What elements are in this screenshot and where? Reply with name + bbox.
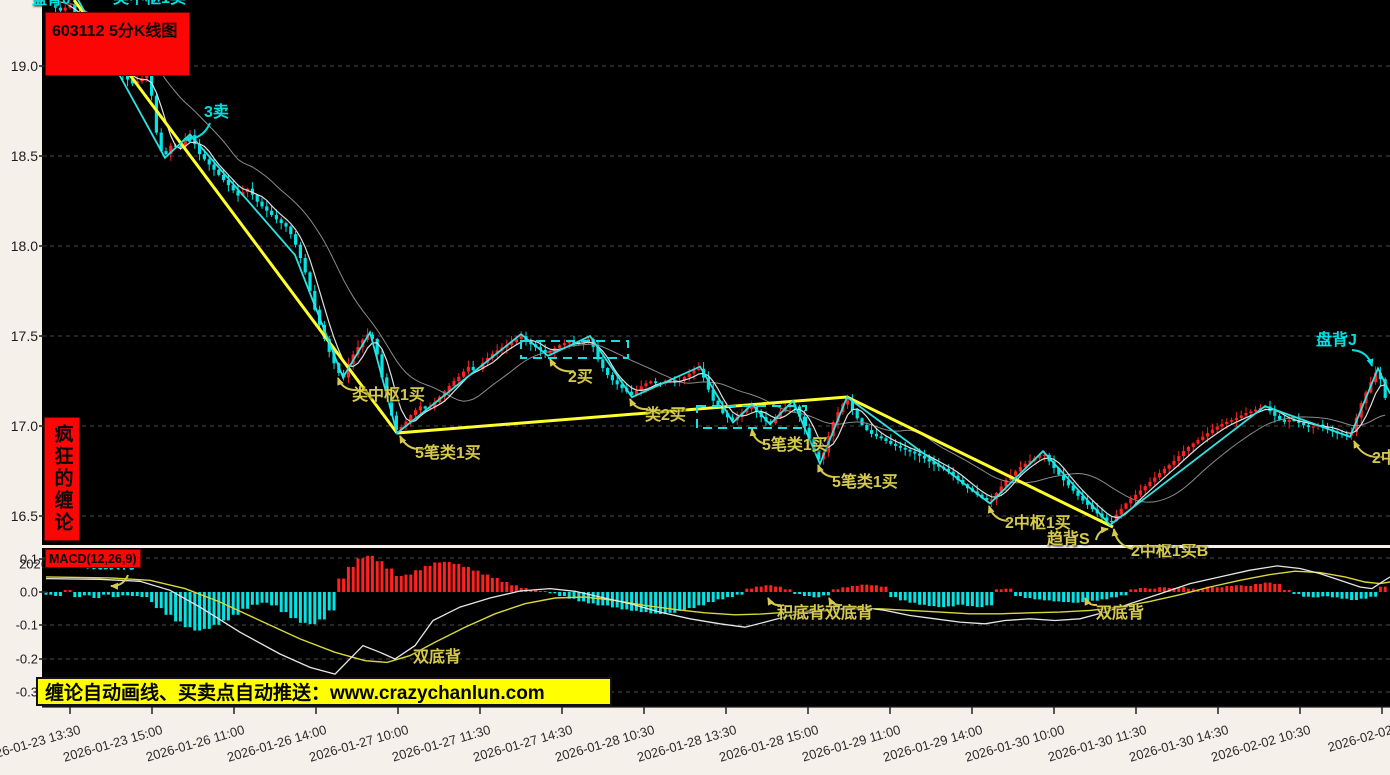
annotation-clip-2-zhongshu-1-buy-B: 2中枢1买B bbox=[1131, 544, 1251, 558]
macd-axis-label: -0.3 bbox=[15, 684, 38, 700]
symbol-title: 603112 5分K线图 bbox=[52, 23, 178, 40]
price-axis-label: 17.5 bbox=[10, 328, 38, 344]
annotation-5bi-lei-1-buy-a: 5笔类1买 bbox=[415, 445, 481, 462]
macd-indicator-label: MACD(12,26,9) bbox=[49, 551, 137, 566]
annotation-5bi-lei-1-buy-b: 5笔类1买 bbox=[762, 437, 828, 454]
annotation-shuangdibei-right: 双底背 bbox=[1096, 605, 1145, 622]
price-axis-label: 18.0 bbox=[10, 238, 38, 254]
annotation-lei-2-buy: 类2买 bbox=[645, 407, 686, 424]
kline-pane[interactable] bbox=[42, 0, 1390, 545]
price-axis-label: 19.0 bbox=[10, 58, 38, 74]
price-axis-label: 17.0 bbox=[10, 418, 38, 434]
annotation-shuangdibei-left: 双底背 bbox=[413, 649, 462, 666]
watermark-box: 疯狂的缠论 bbox=[44, 417, 80, 541]
annotation-panbei-0: 盘背0 bbox=[32, 0, 70, 8]
promo-banner: 缠论自动画线、买卖点自动推送：www.crazychanlun.com bbox=[36, 677, 612, 706]
annotation-3-sell: 3卖 bbox=[204, 104, 229, 121]
chart-app-window: 603112 5分K线图 疯狂的缠论 MACD(12,26,9) 缠论自动画线、… bbox=[0, 0, 1390, 775]
annotation-panbei-J: 盘背J bbox=[1316, 332, 1357, 349]
price-axis-label: 16.5 bbox=[10, 508, 38, 524]
price-axis-label: 18.5 bbox=[10, 148, 38, 164]
macd-axis-label: -0.2 bbox=[15, 651, 38, 667]
annotation-2-zhong: 2中 bbox=[1372, 450, 1390, 467]
annotation-qubei-S: 趋背S bbox=[1047, 531, 1090, 548]
annotation-lei-zhongshu-1-sell: 类中枢1卖 bbox=[113, 0, 186, 8]
watermark-text: 疯狂的缠论 bbox=[51, 424, 73, 534]
annotation-jidibei-shuangdibei: 积底背双底背 bbox=[777, 605, 874, 622]
symbol-title-box: 603112 5分K线图 bbox=[45, 12, 190, 76]
macd-indicator-box: MACD(12,26,9) bbox=[45, 549, 141, 568]
annotation-2-zhongshu-1-buy-B: 2中枢1买B bbox=[1131, 544, 1209, 558]
annotation-2-buy: 2买 bbox=[568, 369, 593, 386]
macd-axis-label: -0.1 bbox=[15, 617, 38, 633]
promo-banner-text: 缠论自动画线、买卖点自动推送：www.crazychanlun.com bbox=[45, 683, 545, 704]
macd-axis-label: 2026 bbox=[19, 556, 48, 572]
annotation-5bi-lei-1-buy-c: 5笔类1买 bbox=[832, 474, 898, 491]
annotation-lei-zhongshu-1-buy: 类中枢1买 bbox=[352, 387, 425, 404]
macd-axis-label: 0.0 bbox=[19, 584, 38, 600]
